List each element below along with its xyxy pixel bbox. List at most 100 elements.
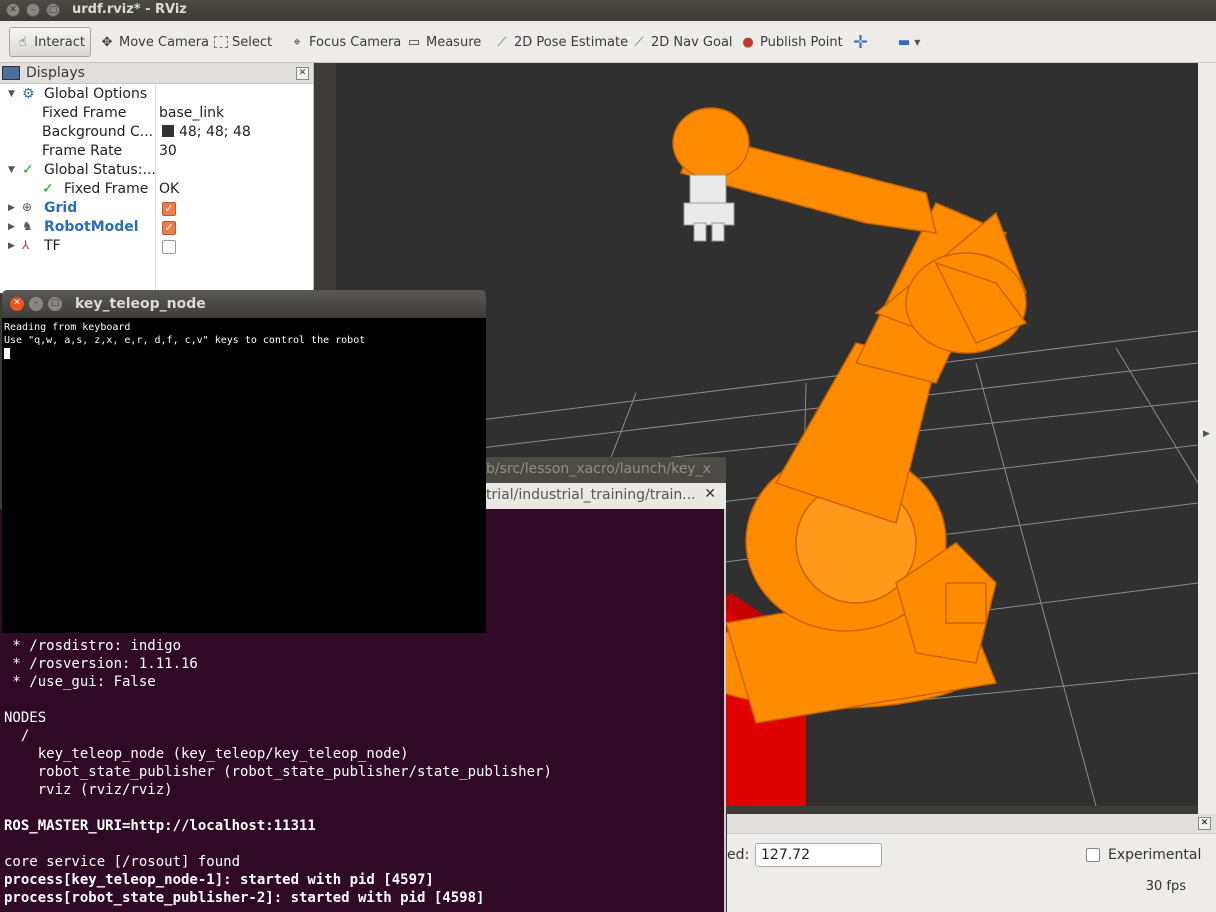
publish-point-tool-button[interactable]: ● Publish Point — [735, 27, 848, 57]
experimental-checkbox[interactable] — [1086, 848, 1100, 862]
row-name: Global Options — [44, 86, 148, 102]
row-name: Fixed Frame — [42, 105, 127, 121]
row-value[interactable]: 30 — [159, 143, 177, 159]
tree-row-tf[interactable]: ▶ ⅄ TF — [0, 237, 313, 256]
axes-icon: ⅄ — [22, 238, 30, 252]
robot-icon: ♞ — [22, 219, 33, 233]
text-cursor — [4, 347, 10, 359]
row-name: Grid — [44, 200, 78, 216]
tree-row-fixed-frame[interactable]: Fixed Frame base_link — [0, 104, 313, 123]
dropdown-arrow-icon: ▼ — [914, 37, 921, 47]
terminal-line: NODES — [4, 710, 47, 726]
terminal-tab[interactable]: b/src/lesson_xacro/launch/key_x — [486, 457, 726, 483]
terminal-line: * /rosversion: 1.11.16 — [4, 656, 198, 672]
grid-enabled-checkbox[interactable]: ✓ — [162, 202, 176, 216]
rviz-title-bar: ✕ – □ urdf.rviz* - RViz — [0, 0, 1216, 21]
expand-arrow-icon: ▶ — [1203, 429, 1210, 439]
terminal-output: * /rosdistro: indigo * /rosversion: 1.11… — [4, 637, 552, 907]
pose-estimate-tool-button[interactable]: ⟋ 2D Pose Estimate — [489, 27, 633, 57]
key-teleop-title: key_teleop_node — [75, 296, 206, 312]
tree-row-background-color[interactable]: Background C... 48; 48; 48 — [0, 123, 313, 142]
displays-header: Displays ✕ — [0, 63, 313, 84]
collapsed-arrow-icon[interactable]: ▶ — [8, 203, 15, 213]
row-name: Global Status:... — [44, 162, 156, 178]
maximize-window-icon[interactable]: □ — [48, 297, 62, 311]
focus-camera-tool-button[interactable]: ⌖ Focus Camera — [284, 27, 406, 57]
experimental-label: Experimental — [1108, 847, 1202, 863]
row-value[interactable]: base_link — [159, 105, 224, 121]
bottom-panel: ✕ ed: Experimental 30 fps — [727, 814, 1216, 912]
green-arrow-icon: ⟋ — [497, 34, 507, 50]
terminal-header: trial/industrial_training/train... ✕ — [486, 483, 726, 509]
terminal-line: robot_state_publisher (robot_state_publi… — [4, 764, 552, 780]
tree-row-robotmodel[interactable]: ▶ ♞ RobotModel ✓ — [0, 218, 313, 237]
crosshair-icon: ⌖ — [293, 34, 301, 50]
move-camera-icon: ✥ — [101, 34, 113, 50]
displays-panel: Displays ✕ ▼ ⚙ Global Options Fixed Fram… — [0, 63, 314, 293]
speed-input[interactable] — [755, 843, 882, 867]
fps-readout: 30 fps — [1145, 879, 1186, 894]
plus-icon: ✛ — [853, 31, 869, 53]
tree-row-grid[interactable]: ▶ ⊕ Grid ✓ — [0, 199, 313, 218]
ruler-icon: ▭ — [407, 34, 421, 50]
row-name: Background C... — [42, 124, 154, 140]
minimize-window-icon[interactable]: – — [26, 3, 40, 17]
minimize-window-icon[interactable]: – — [29, 297, 43, 311]
terminal-line: key_teleop_node (key_teleop/key_teleop_n… — [4, 746, 409, 762]
add-tool-button[interactable]: ✛ — [848, 27, 873, 57]
green-arrow-icon: ⟋ — [634, 34, 644, 50]
tool-label: 2D Nav Goal — [651, 34, 733, 50]
maximize-window-icon[interactable]: □ — [46, 3, 60, 17]
move-camera-tool-button[interactable]: ✥ Move Camera — [94, 27, 214, 57]
close-window-icon[interactable]: ✕ — [10, 297, 24, 311]
close-tab-icon[interactable]: ✕ — [704, 486, 716, 502]
close-panel-icon[interactable]: ✕ — [296, 67, 309, 80]
window-title: urdf.rviz* - RViz — [72, 2, 187, 17]
row-value[interactable]: 48; 48; 48 — [179, 124, 251, 140]
monitor-icon — [2, 66, 20, 80]
expand-arrow-icon[interactable]: ▼ — [8, 165, 15, 175]
terminal-line: * /use_gui: False — [4, 674, 156, 690]
collapsed-arrow-icon[interactable]: ▶ — [8, 241, 15, 251]
remove-tool-button[interactable]: ▬ ▼ — [893, 27, 925, 57]
views-panel-toggle[interactable]: ▶ — [1198, 63, 1216, 815]
expand-arrow-icon[interactable]: ▼ — [8, 89, 15, 99]
interact-tool-button[interactable]: ☝ Interact — [9, 27, 91, 57]
terminal-line: core service [/rosout] found — [4, 854, 241, 870]
terminal-line: Use "q,w, a,s, z,x, e,r, d,f, c,v" keys … — [4, 335, 366, 346]
row-name: RobotModel — [44, 219, 139, 235]
row-value: OK — [159, 181, 180, 197]
tree-row-global-status[interactable]: ▼ ✓ Global Status:... — [0, 161, 313, 180]
terminal-tab-title: b/src/lesson_xacro/launch/key_x — [486, 461, 711, 477]
select-icon — [214, 36, 228, 48]
bottom-panel-header — [727, 814, 1216, 834]
tool-label: Select — [232, 34, 273, 50]
terminal-line: * /rosdistro: indigo — [4, 638, 182, 654]
tool-label: Publish Point — [760, 34, 843, 50]
close-panel-icon[interactable]: ✕ — [1198, 817, 1211, 830]
tool-label: Move Camera — [119, 34, 210, 50]
terminal-output: Reading from keyboard Use "q,w, a,s, z,x,… — [4, 321, 365, 360]
pin-icon: ● — [742, 34, 754, 50]
tf-enabled-checkbox[interactable] — [162, 240, 176, 254]
nav-goal-tool-button[interactable]: ⟋ 2D Nav Goal — [626, 27, 738, 57]
close-window-icon[interactable]: ✕ — [6, 3, 20, 17]
tool-label: 2D Pose Estimate — [514, 34, 629, 50]
collapsed-arrow-icon[interactable]: ▶ — [8, 222, 15, 232]
terminal-line: ROS_MASTER_URI=http://localhost:11311 — [4, 818, 316, 834]
robotmodel-enabled-checkbox[interactable]: ✓ — [162, 221, 176, 235]
grid-icon: ⊕ — [22, 200, 33, 214]
color-swatch — [162, 124, 174, 140]
tree-row-frame-rate[interactable]: Frame Rate 30 — [0, 142, 313, 161]
key-teleop-terminal[interactable]: Reading from keyboard Use "q,w, a,s, z,x,… — [2, 318, 486, 633]
tree-row-fixed-frame-status[interactable]: ✓ Fixed Frame OK — [0, 180, 313, 199]
measure-tool-button[interactable]: ▭ Measure — [401, 27, 486, 57]
tool-label: Focus Camera — [309, 34, 402, 50]
row-name: TF — [44, 238, 61, 254]
displays-title: Displays — [26, 65, 85, 81]
select-tool-button[interactable]: Select — [209, 27, 277, 57]
tree-row-global-options[interactable]: ▼ ⚙ Global Options — [0, 85, 313, 104]
